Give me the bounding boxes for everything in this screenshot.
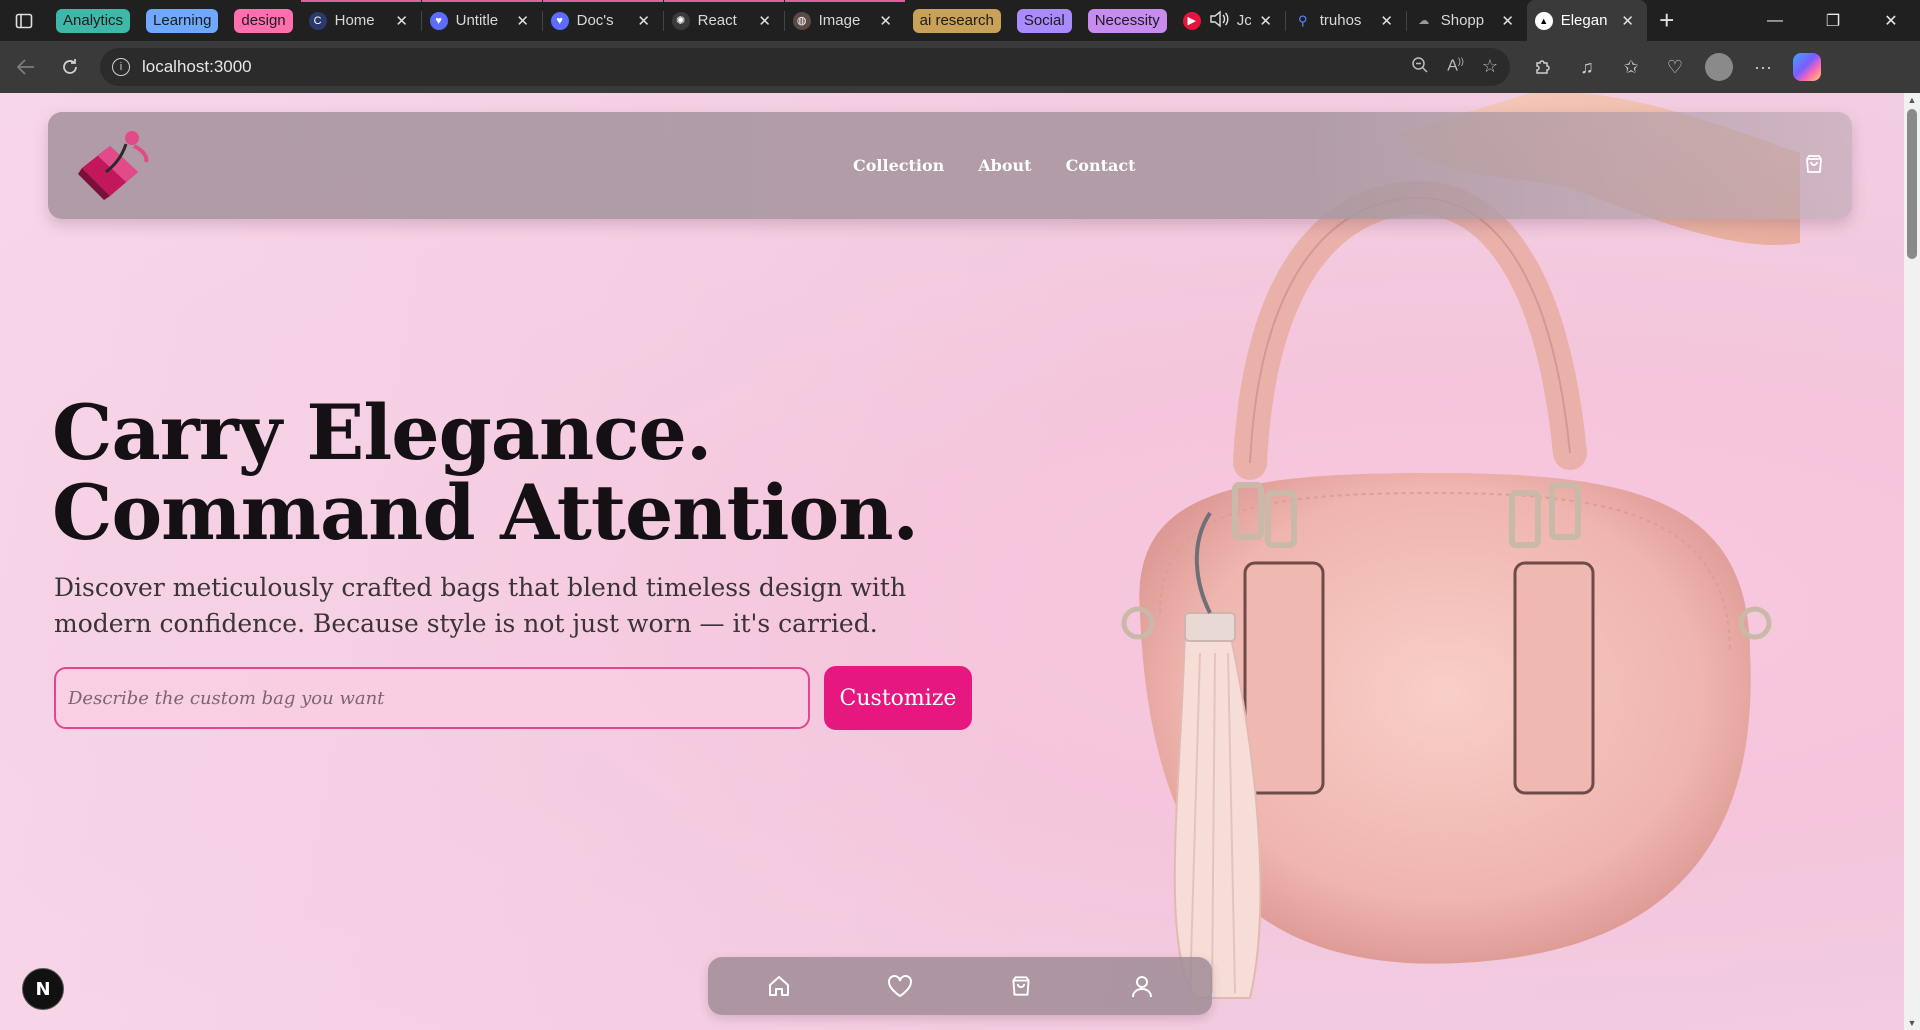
omnibox-actions: A)) ☆: [1411, 56, 1498, 79]
user-icon[interactable]: [1127, 971, 1157, 1001]
nav-link-collection[interactable]: Collection: [853, 156, 944, 175]
close-icon[interactable]: ✕: [1497, 12, 1519, 30]
tab-title: Shopp: [1440, 12, 1485, 29]
customize-button[interactable]: Customize: [824, 666, 972, 730]
heart-app-icon: ♥: [429, 11, 448, 30]
tab-elegance-active[interactable]: ▲ Elegan ✕: [1526, 0, 1647, 41]
close-icon[interactable]: ✕: [633, 12, 655, 30]
tab-group-social[interactable]: Social: [1016, 8, 1072, 33]
page-scrollbar[interactable]: ▲ ▼: [1904, 93, 1920, 1030]
browser-tab-bar: Analytics Learning design C Home ✕ ♥ Unt…: [0, 0, 1920, 41]
tab-title: Doc's: [576, 12, 614, 29]
page-viewport: Collection About Contact Carry Elegance.…: [0, 93, 1920, 1030]
site-navbar: Collection About Contact: [48, 112, 1852, 219]
close-icon[interactable]: ✕: [875, 12, 897, 30]
circle-c-icon: C: [308, 11, 327, 30]
close-icon[interactable]: ✕: [754, 12, 776, 30]
scroll-up-arrow-icon[interactable]: ▲: [1906, 95, 1918, 105]
favorite-star-icon[interactable]: ☆: [1482, 56, 1498, 79]
tab-group-learning[interactable]: Learning: [146, 8, 219, 33]
heart-icon[interactable]: [885, 971, 915, 1001]
read-aloud-icon[interactable]: A)): [1447, 56, 1464, 79]
address-bar: i localhost:3000 A)) ☆ ♫ ✩ ♡ ···: [0, 41, 1920, 93]
minimize-icon[interactable]: —: [1746, 0, 1804, 41]
more-options-icon[interactable]: ···: [1744, 48, 1782, 86]
shopping-bag-icon[interactable]: [1802, 152, 1826, 176]
bag-icon[interactable]: [1006, 971, 1036, 1001]
zoom-out-icon[interactable]: [1411, 56, 1429, 79]
triangle-icon: ▲: [1534, 11, 1553, 30]
url-omnibox[interactable]: i localhost:3000 A)) ☆: [100, 48, 1510, 86]
youtube-music-icon: ▶: [1182, 11, 1201, 30]
scroll-down-arrow-icon[interactable]: ▼: [1906, 1018, 1918, 1028]
tab-title: truhos: [1319, 12, 1362, 29]
handbag-image: [1100, 93, 1800, 1030]
tab-group-analytics[interactable]: Analytics: [56, 8, 131, 33]
back-arrow-icon[interactable]: [4, 45, 48, 89]
tab-title: Untitle: [455, 12, 499, 29]
copilot-icon[interactable]: [1788, 48, 1826, 86]
scroll-thumb[interactable]: [1907, 109, 1917, 259]
tab-title: Elegan: [1560, 12, 1608, 29]
tab-title: Jc: [1236, 12, 1251, 29]
tab-title: Image: [818, 12, 861, 29]
close-icon[interactable]: ✕: [1376, 12, 1398, 30]
close-icon[interactable]: ✕: [1255, 12, 1277, 30]
globe-icon: ◍: [792, 11, 811, 30]
close-icon[interactable]: ✕: [512, 12, 534, 30]
profile-avatar[interactable]: [1700, 48, 1738, 86]
tab-react[interactable]: ✺ React ✕: [663, 0, 784, 41]
restore-icon[interactable]: ❐: [1804, 0, 1862, 41]
tab-group-design[interactable]: design: [234, 8, 293, 33]
site-info-icon[interactable]: i: [112, 58, 130, 76]
media-control-icon[interactable]: ♫: [1568, 48, 1606, 86]
hero-headline: Carry Elegance. Command Attention.: [52, 388, 919, 557]
tab-title: Home: [334, 12, 375, 29]
headline-line-1: Carry Elegance.: [52, 388, 712, 477]
speaker-icon[interactable]: [1209, 10, 1229, 32]
favorites-collection-icon[interactable]: ✩: [1612, 48, 1650, 86]
search-icon: ⚲: [1297, 12, 1308, 28]
tab-youtube-music[interactable]: ▶ Jc ✕: [1175, 0, 1285, 41]
home-icon[interactable]: [764, 971, 794, 1001]
bottom-navigation: [708, 957, 1212, 1015]
openai-icon: ✺: [671, 11, 690, 30]
tab-untitled[interactable]: ♥ Untitle ✕: [421, 0, 542, 41]
heart-app-icon: ♥: [550, 11, 569, 30]
close-icon[interactable]: ✕: [391, 12, 413, 30]
tab-search[interactable]: ⚲ truhos ✕: [1286, 0, 1406, 41]
tab-docs[interactable]: ♥ Doc's ✕: [542, 0, 663, 41]
new-tab-plus-icon[interactable]: +: [1647, 0, 1687, 41]
nav-link-contact[interactable]: Contact: [1066, 156, 1136, 175]
tab-image[interactable]: ◍ Image ✕: [784, 0, 905, 41]
url-text[interactable]: localhost:3000: [142, 57, 252, 77]
tab-group-ai-research[interactable]: ai research: [912, 8, 1001, 33]
cloud-icon: ☁: [1418, 15, 1430, 27]
browser-essentials-heart-icon[interactable]: ♡: [1656, 48, 1694, 86]
brand-logo[interactable]: [76, 126, 156, 204]
refresh-icon[interactable]: [48, 45, 92, 89]
browser-toolbar: ♫ ✩ ♡ ···: [1524, 48, 1826, 86]
nextjs-dev-badge[interactable]: N: [22, 968, 64, 1010]
window-controls: — ❐ ✕: [1746, 0, 1920, 41]
hero-subtitle: Discover meticulously crafted bags that …: [54, 573, 907, 638]
tab-group-necessity[interactable]: Necessity: [1087, 8, 1167, 33]
extensions-puzzle-icon[interactable]: [1524, 48, 1562, 86]
close-icon[interactable]: ✕: [1617, 12, 1639, 30]
custom-bag-input[interactable]: [54, 667, 810, 729]
tab-home[interactable]: C Home ✕: [300, 0, 421, 41]
nav-link-about[interactable]: About: [978, 156, 1031, 175]
nav-links: Collection About Contact: [853, 112, 1136, 219]
headline-line-2: Command Attention.: [52, 468, 919, 557]
tab-actions-icon[interactable]: [0, 0, 48, 41]
tab-title: React: [697, 12, 737, 29]
window-close-icon[interactable]: ✕: [1862, 0, 1920, 41]
tab-shopping[interactable]: ☁ Shopp ✕: [1407, 0, 1527, 41]
